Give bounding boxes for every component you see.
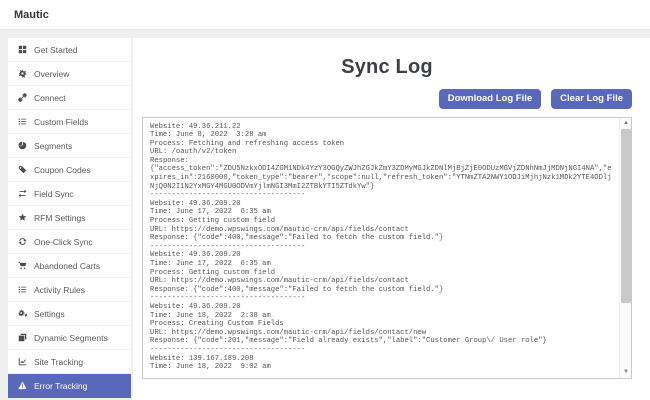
- sidebar-item-rfm-settings[interactable]: RFM Settings: [8, 206, 131, 230]
- sidebar-item-connect[interactable]: Connect: [8, 86, 131, 110]
- sidebar-item-settings[interactable]: Settings: [8, 302, 131, 326]
- brand-logo: Mautic: [14, 8, 49, 21]
- scrollbar-thumb[interactable]: [621, 128, 631, 303]
- sidebar-item-label: Get Started: [34, 44, 78, 55]
- chart-line-icon: [18, 357, 27, 366]
- sidebar-item-label: RFM Settings: [34, 212, 86, 223]
- sidebar-item-dynamic-segments[interactable]: Dynamic Segments: [8, 326, 131, 350]
- clear-log-button[interactable]: Clear Log File: [551, 89, 632, 109]
- top-bar: Mautic: [0, 0, 650, 30]
- sidebar-item-label: Activity Rules: [34, 284, 86, 295]
- main-panel: Sync Log Download Log File Clear Log Fil…: [133, 38, 650, 400]
- list-icon: [18, 117, 27, 126]
- log-scrollbar[interactable]: ▲ ▼: [619, 117, 631, 378]
- pie-chart-icon: [18, 141, 27, 150]
- star-icon: [18, 213, 27, 222]
- page-title: Sync Log: [341, 56, 433, 78]
- sync-log-textarea[interactable]: Website: 49.36.211.22 Time: June 8, 2022…: [142, 116, 632, 379]
- sidebar-item-coupon-codes[interactable]: Coupon Codes: [8, 158, 131, 182]
- tag-icon: [18, 165, 27, 174]
- sidebar-item-label: Field Sync: [34, 188, 74, 199]
- copy-icon: [18, 333, 27, 342]
- gear-icon: [18, 69, 27, 78]
- sidebar-item-label: Segments: [34, 140, 73, 151]
- sidebar-item-error-tracking[interactable]: Error Tracking: [8, 374, 131, 398]
- sidebar-item-abandoned-carts[interactable]: Abandoned Carts: [8, 254, 131, 278]
- sidebar-item-segments[interactable]: Segments: [8, 134, 131, 158]
- warning-icon: [18, 381, 27, 390]
- sidebar-item-site-tracking[interactable]: Site Tracking: [8, 350, 131, 374]
- cogs-icon: [18, 309, 27, 318]
- sidebar-item-label: Settings: [34, 308, 65, 319]
- cart-icon: [18, 261, 27, 270]
- sidebar-item-overview[interactable]: Overview: [8, 62, 131, 86]
- sidebar-item-label: Coupon Codes: [34, 164, 91, 175]
- swap-arrows-icon: [18, 189, 27, 198]
- sidebar-item-field-sync[interactable]: Field Sync: [8, 182, 131, 206]
- download-log-button[interactable]: Download Log File: [438, 89, 542, 109]
- sidebar-item-activity-rules[interactable]: Activity Rules: [8, 278, 131, 302]
- sidebar: Get Started Overview Connect Custom Fiel…: [8, 38, 131, 400]
- sidebar-item-custom-fields[interactable]: Custom Fields: [8, 110, 131, 134]
- sidebar-item-one-click-sync[interactable]: One-Click Sync: [8, 230, 131, 254]
- page-layout: Get Started Overview Connect Custom Fiel…: [0, 30, 650, 400]
- grid-icon: [18, 45, 27, 54]
- sidebar-item-label: Custom Fields: [34, 116, 89, 127]
- button-row: Download Log File Clear Log File: [142, 89, 632, 109]
- sync-icon: [18, 237, 27, 246]
- sidebar-item-label: Site Tracking: [34, 356, 84, 367]
- scroll-up-icon[interactable]: ▲: [620, 118, 631, 129]
- sidebar-item-label: Connect: [34, 92, 66, 103]
- scroll-down-icon[interactable]: ▼: [620, 367, 631, 378]
- sync-log-content: Website: 49.36.211.22 Time: June 8, 2022…: [150, 122, 612, 372]
- sidebar-item-label: One-Click Sync: [34, 236, 93, 247]
- sidebar-item-label: Error Tracking: [34, 380, 88, 391]
- sidebar-item-get-started[interactable]: Get Started: [8, 38, 131, 62]
- link-icon: [18, 93, 27, 102]
- list-icon: [18, 285, 27, 294]
- sidebar-item-label: Overview: [34, 68, 70, 79]
- sidebar-item-label: Dynamic Segments: [34, 332, 108, 343]
- sidebar-item-label: Abandoned Carts: [34, 260, 101, 271]
